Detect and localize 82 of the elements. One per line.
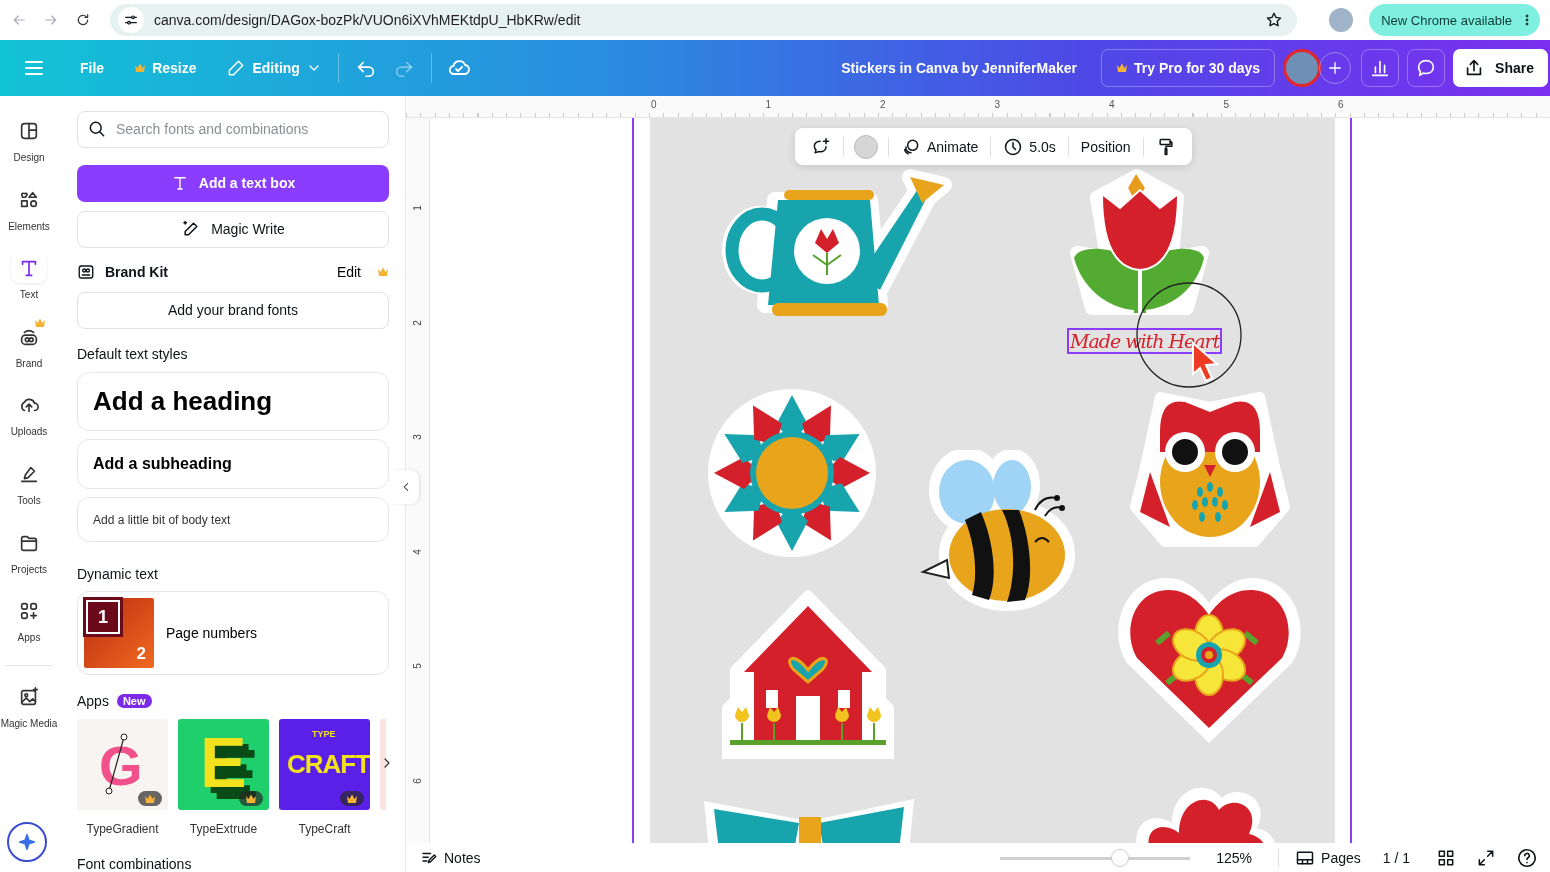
ruler-label: 1 <box>765 98 773 112</box>
subheading-style-card[interactable]: Add a subheading <box>77 439 389 490</box>
sidebar-tab[interactable]: Elements <box>0 184 58 254</box>
ruler-label: 5 <box>413 663 423 669</box>
page-count[interactable]: 1 / 1 <box>1382 849 1410 866</box>
sidebar-tab[interactable]: Projects <box>0 527 58 597</box>
brand-kit-edit-link[interactable]: Edit <box>336 263 361 280</box>
new-badge: New <box>116 694 152 708</box>
sparkle-icon <box>16 831 38 853</box>
ruler-label: 3 <box>413 434 423 440</box>
app-thumbnail: E <box>178 719 269 810</box>
sidebar-tab[interactable]: Design <box>0 116 58 185</box>
profile-avatar[interactable] <box>1329 8 1354 32</box>
comment-button[interactable] <box>1407 49 1446 87</box>
crown-icon <box>134 63 147 73</box>
ruler-label: 2 <box>413 319 423 326</box>
ruler-label: 4 <box>413 548 423 555</box>
star-icon <box>1265 11 1284 29</box>
address-bar[interactable]: canva.com/design/DAGox-bozPk/VUOn6iXVhMEKtdpU_HbKRw/edit <box>110 4 1298 36</box>
slider-thumb[interactable] <box>1110 848 1129 867</box>
clock-icon <box>1003 136 1024 157</box>
duration-button[interactable]: 5.0s <box>995 131 1064 162</box>
section-heading: Font combinations <box>77 856 193 872</box>
crown-icon <box>245 793 257 804</box>
crown-icon <box>346 793 358 804</box>
add-text-box-button[interactable]: Add a text box <box>77 164 389 202</box>
animate-button[interactable]: Animate <box>893 131 987 162</box>
back-arrow-icon <box>11 12 27 28</box>
ruler-label: 2 <box>880 98 887 112</box>
page-numbers-thumbnail: 1 2 <box>84 598 154 669</box>
sidebar-tab[interactable]: Brand <box>0 321 58 391</box>
ruler-label: 5 <box>1223 98 1231 112</box>
card-label: Page numbers <box>166 625 258 642</box>
sidebar-tab[interactable]: Tools <box>0 458 58 528</box>
crown-icon <box>144 793 156 804</box>
pages-button[interactable]: Pages <box>1295 847 1361 868</box>
ruler-label: 0 <box>651 98 658 112</box>
sidebar-tab[interactable]: Magic Media <box>0 681 58 751</box>
update-chrome-button[interactable]: New Chrome available <box>1369 4 1540 36</box>
brand-kit-icon <box>77 262 95 281</box>
search-icon <box>87 119 107 139</box>
help-icon <box>1516 846 1538 869</box>
help-button[interactable] <box>1516 846 1538 869</box>
ruler-label: 4 <box>1109 98 1116 112</box>
magic-assistant-button[interactable] <box>7 822 47 862</box>
design-icon <box>18 120 40 142</box>
position-button[interactable]: Position <box>1072 131 1139 162</box>
color-swatch[interactable] <box>854 134 878 159</box>
ruler-label: 1 <box>413 205 423 211</box>
section-heading: Dynamic text <box>77 566 159 583</box>
insights-button[interactable] <box>1361 49 1400 87</box>
try-pro-button[interactable]: Try Pro for 30 days <box>1101 49 1276 87</box>
body-style-card[interactable]: Add a little bit of body text <box>77 497 389 543</box>
notes-button[interactable]: Notes <box>420 848 481 867</box>
crown-icon <box>34 317 46 328</box>
ruler-label: 6 <box>413 777 423 784</box>
crown-icon <box>1116 63 1128 73</box>
reload-icon <box>75 12 91 28</box>
ruler-label: 3 <box>994 98 1002 112</box>
section-heading: Default text styles <box>77 345 189 362</box>
url-text: canva.com/design/DAGox-bozPk/VUOn6iXVhMEKtdpU_HbKRw/edit <box>154 12 582 28</box>
zoom-percentage[interactable]: 125% <box>1216 849 1253 866</box>
search-field[interactable]: Search fonts and combinations <box>77 111 389 148</box>
user-avatar[interactable] <box>1283 49 1322 87</box>
design-title[interactable]: Stickers in Canva by JenniferMaker <box>841 60 1077 76</box>
brand-kit-label: Brand Kit <box>105 263 168 280</box>
heading-style-card[interactable]: Add a heading <box>77 371 389 432</box>
page-numbers-card[interactable]: 1 2 Page numbers <box>77 591 389 675</box>
sidebar-tab[interactable]: Text <box>0 253 58 322</box>
add-brand-fonts-button[interactable]: Add your brand fonts <box>77 291 389 329</box>
sidebar-tab[interactable]: Apps <box>0 596 58 665</box>
sidebar-tab[interactable]: Uploads <box>0 390 58 459</box>
app-tile[interactable]: E TypeExtrude <box>178 719 269 836</box>
ruler-label: 6 <box>1338 98 1345 112</box>
magic-write-button[interactable]: Magic Write <box>77 210 389 248</box>
share-button[interactable]: Share <box>1453 49 1548 87</box>
app-thumbnail[interactable] <box>380 719 386 810</box>
media-icon <box>18 685 40 708</box>
section-heading: Apps <box>77 693 109 709</box>
app-tile[interactable]: TYPE CRAFT TypeCraft <box>279 719 370 836</box>
forward-arrow-icon <box>43 12 59 28</box>
app-thumbnail: TYPE CRAFT <box>279 719 370 810</box>
